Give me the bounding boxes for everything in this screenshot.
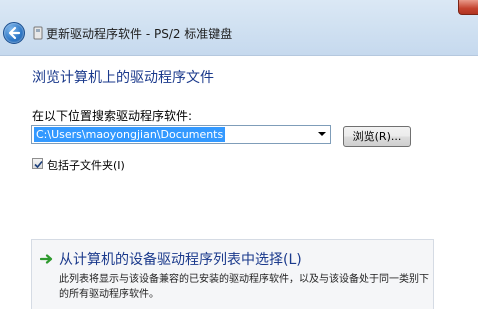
- pick-option-description: 此列表将显示与该设备兼容的已安装的驱动程序软件，以及与该设备处于同一类别下的所有…: [59, 274, 429, 300]
- back-arrow-icon: [8, 26, 21, 40]
- search-location-label: 在以下位置搜索驱动程序软件:: [32, 109, 193, 123]
- wizard-content: 浏览计算机上的驱动程序文件 在以下位置搜索驱动程序软件: C:\Users\ma…: [0, 56, 478, 309]
- pick-option-title[interactable]: 从计算机的设备驱动程序列表中选择(L): [59, 249, 302, 269]
- green-arrow-icon: [40, 254, 53, 264]
- checkmark-icon: [34, 160, 43, 169]
- back-button[interactable]: [3, 22, 25, 44]
- device-icon: [33, 26, 43, 40]
- include-subfolders-checkbox[interactable]: [32, 158, 43, 169]
- page-heading: 浏览计算机上的驱动程序文件: [32, 70, 214, 86]
- dropdown-arrow-icon[interactable]: [318, 132, 326, 136]
- path-input-value[interactable]: C:\Users\maoyongjian\Documents: [34, 127, 226, 142]
- browse-button[interactable]: 浏览(R)...: [343, 126, 411, 147]
- path-combobox[interactable]: C:\Users\maoyongjian\Documents: [31, 125, 331, 144]
- close-button[interactable]: [458, 0, 478, 15]
- title-bar: 更新驱动程序软件 - PS/2 标准键盘: [0, 0, 478, 56]
- pick-from-list-option[interactable]: 从计算机的设备驱动程序列表中选择(L) 此列表将显示与该设备兼容的已安装的驱动程…: [31, 239, 434, 309]
- window-title: 更新驱动程序软件 - PS/2 标准键盘: [46, 27, 233, 41]
- include-subfolders-label[interactable]: 包括子文件夹(I): [47, 157, 125, 173]
